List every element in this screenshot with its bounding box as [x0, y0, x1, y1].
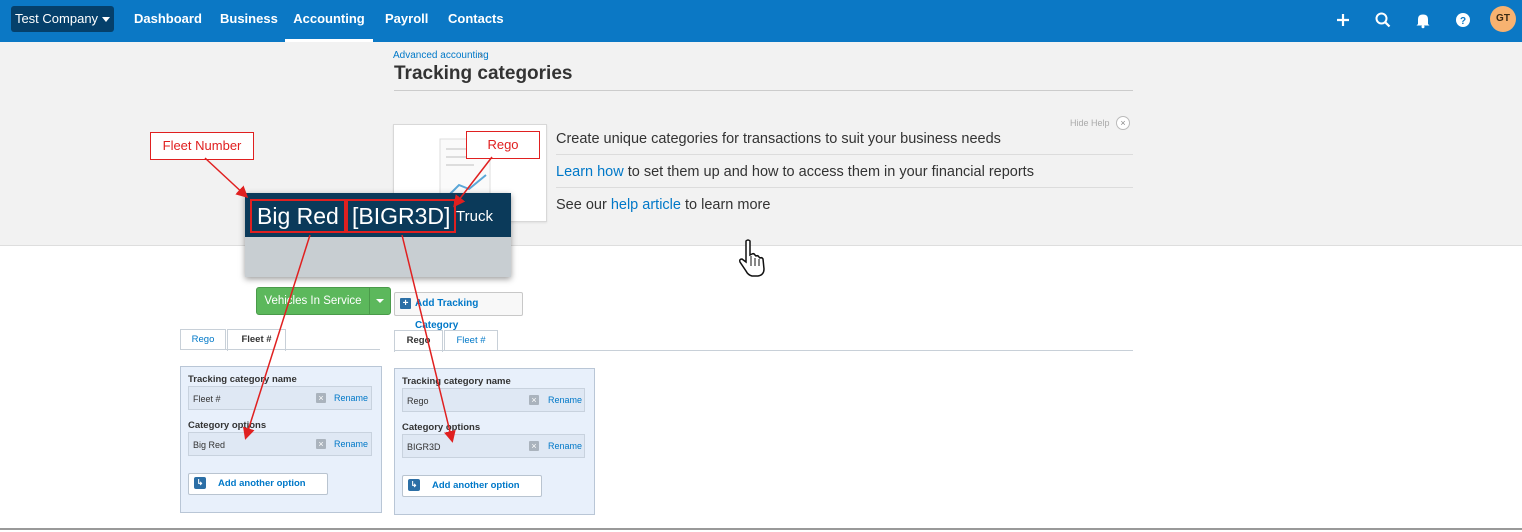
breadcrumb-separator: › — [479, 50, 483, 61]
tracking-preview-popup: Big Red [BIGR3D] Truck Vehicles In Servi… — [245, 193, 511, 315]
add-another-option-label: Add another option — [218, 478, 306, 489]
tab-divider — [394, 350, 1133, 351]
caret-down-icon — [102, 17, 111, 23]
help-line-1: Create unique categories for transaction… — [556, 131, 1001, 147]
add-another-option-button[interactable]: ↳ Add another option — [402, 475, 542, 497]
tab-divider — [180, 349, 380, 350]
help-line-2-text: to set them up and how to access them in… — [623, 164, 1034, 180]
status-dropdown-button[interactable] — [369, 287, 391, 315]
plus-icon: + — [400, 298, 411, 309]
preview-fleet-value: Big Red — [250, 199, 346, 233]
rename-link[interactable]: Rename — [334, 439, 368, 449]
svg-text:?: ? — [1460, 16, 1466, 27]
preview-body: Vehicles In Service — [245, 237, 511, 315]
help-line-3-prefix: See our — [556, 197, 611, 213]
help-article-link[interactable]: help article — [611, 197, 681, 213]
delete-icon[interactable]: × — [529, 395, 539, 405]
help-divider — [556, 154, 1133, 155]
tab-rego-left[interactable]: Rego — [180, 329, 226, 350]
caret-down-icon — [376, 299, 384, 303]
add-another-option-label: Add another option — [432, 480, 520, 491]
tab-fleet-right[interactable]: Fleet # — [444, 330, 498, 351]
help-line-3-suffix: to learn more — [680, 197, 771, 213]
category-options-label: Category options — [402, 422, 481, 433]
hide-help-link[interactable]: Hide Help — [1070, 118, 1110, 128]
search-icon[interactable] — [1373, 10, 1393, 30]
page-bottom-border — [0, 528, 1522, 530]
fleet-option-value: Big Red — [193, 440, 226, 450]
rego-callout: Rego — [466, 131, 540, 159]
category-options-label: Category options — [188, 420, 267, 431]
title-divider — [394, 90, 1133, 91]
delete-icon[interactable]: × — [529, 441, 539, 451]
rename-link[interactable]: Rename — [334, 393, 368, 403]
help-line-2: Learn how to set them up and how to acce… — [556, 164, 1034, 180]
nav-contacts[interactable]: Contacts — [448, 0, 504, 42]
help-icon[interactable]: ? — [1453, 10, 1473, 30]
fleet-number-callout: Fleet Number — [150, 132, 254, 160]
add-option-icon: ↳ — [408, 479, 420, 491]
nav-payroll[interactable]: Payroll — [385, 0, 428, 42]
rego-option-value: BIGR3D — [407, 442, 441, 452]
add-another-option-button[interactable]: ↳ Add another option — [188, 473, 328, 495]
fleet-name-value: Fleet # — [193, 394, 221, 404]
add-option-icon: ↳ — [194, 477, 206, 489]
tracking-category-name-label: Tracking category name — [402, 376, 511, 387]
learn-how-link[interactable]: Learn how — [556, 164, 624, 180]
user-avatar[interactable]: GT — [1490, 6, 1516, 32]
breadcrumb-advanced-accounting[interactable]: Advanced accounting — [393, 50, 489, 61]
nav-accounting[interactable]: Accounting — [285, 0, 373, 42]
delete-icon[interactable]: × — [316, 393, 326, 403]
nav-business[interactable]: Business — [220, 0, 278, 42]
delete-icon[interactable]: × — [316, 439, 326, 449]
preview-header: Big Red [BIGR3D] Truck — [245, 193, 511, 237]
bell-icon[interactable] — [1413, 10, 1433, 30]
rename-link[interactable]: Rename — [548, 395, 582, 405]
rego-name-value: Rego — [407, 396, 429, 406]
preview-type-value: Truck — [456, 208, 493, 225]
preview-rego-value: [BIGR3D] — [346, 199, 457, 233]
hand-cursor-icon — [739, 239, 765, 277]
page-title: Tracking categories — [394, 63, 573, 84]
add-tracking-category-button[interactable]: + Add Tracking Category — [394, 292, 523, 331]
tab-fleet-left[interactable]: Fleet # — [227, 329, 286, 351]
plus-icon[interactable] — [1333, 10, 1353, 30]
tracking-category-name-label: Tracking category name — [188, 374, 297, 385]
nav-dashboard[interactable]: Dashboard — [134, 0, 202, 42]
organisation-menu-button[interactable]: Test Company — [11, 6, 114, 32]
organisation-name: Test Company — [14, 11, 99, 26]
help-line-3: See our help article to learn more — [556, 197, 770, 213]
rename-link[interactable]: Rename — [548, 441, 582, 451]
vehicles-in-service-button[interactable]: Vehicles In Service — [256, 287, 370, 315]
close-icon[interactable]: × — [1116, 116, 1130, 130]
tab-rego-right[interactable]: Rego — [394, 330, 443, 352]
help-divider — [556, 187, 1133, 188]
